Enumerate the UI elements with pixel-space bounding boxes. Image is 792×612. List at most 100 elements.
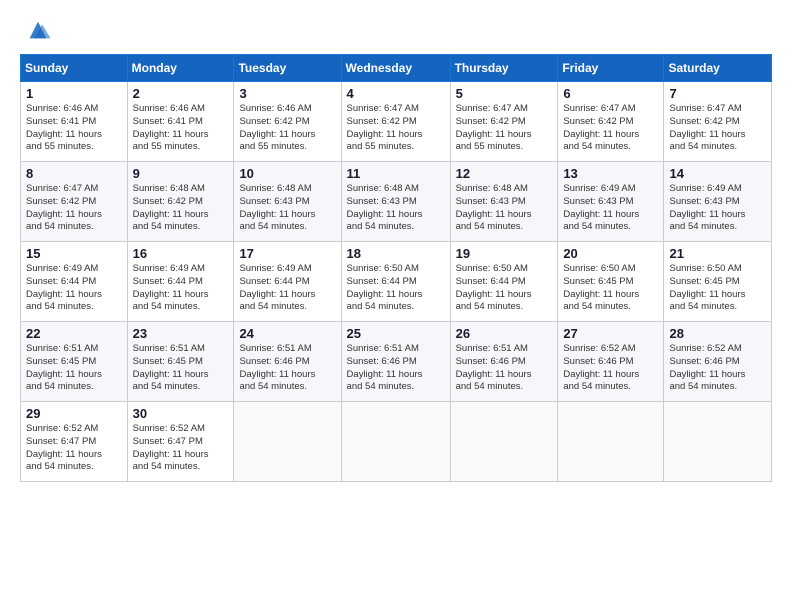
- day-info: Sunrise: 6:51 AMSunset: 6:45 PMDaylight:…: [26, 343, 122, 394]
- calendar-cell: 21 Sunrise: 6:50 AMSunset: 6:45 PMDayligh…: [664, 242, 772, 322]
- calendar-cell: 25 Sunrise: 6:51 AMSunset: 6:46 PMDayligh…: [341, 322, 450, 402]
- day-number: 4: [347, 86, 445, 101]
- day-info: Sunrise: 6:46 AMSunset: 6:41 PMDaylight:…: [133, 103, 229, 154]
- calendar-cell: 14Sunrise: 6:49 AMSunset: 6:43 PMDayligh…: [664, 162, 772, 242]
- calendar-cell: 26Sunrise: 6:51 AMSunset: 6:46 PMDayligh…: [450, 322, 558, 402]
- day-info: Sunrise: 6:50 AMSunset: 6:45 PMDaylight:…: [669, 263, 766, 314]
- day-number: 29: [26, 406, 122, 421]
- day-number: 5: [456, 86, 553, 101]
- day-info: Sunrise: 6:52 AMSunset: 6:46 PMDaylight:…: [669, 343, 766, 394]
- day-header-tuesday: Tuesday: [234, 55, 341, 82]
- day-info: Sunrise: 6:48 AMSunset: 6:43 PMDaylight:…: [347, 183, 445, 234]
- day-header-monday: Monday: [127, 55, 234, 82]
- day-number: 9: [133, 166, 229, 181]
- day-info: Sunrise: 6:48 AMSunset: 6:43 PMDaylight:…: [239, 183, 335, 234]
- calendar-cell: 10 Sunrise: 6:48 AMSunset: 6:43 PMDayligh…: [234, 162, 341, 242]
- day-info: Sunrise: 6:50 AMSunset: 6:45 PMDaylight:…: [563, 263, 658, 314]
- day-number: 3: [239, 86, 335, 101]
- calendar-cell: 17 Sunrise: 6:49 AMSunset: 6:44 PMDayligh…: [234, 242, 341, 322]
- day-info: Sunrise: 6:47 AMSunset: 6:42 PMDaylight:…: [563, 103, 658, 154]
- day-number: 6: [563, 86, 658, 101]
- calendar-cell: 18Sunrise: 6:50 AMSunset: 6:44 PMDayligh…: [341, 242, 450, 322]
- calendar-cell: 8 Sunrise: 6:47 AMSunset: 6:42 PMDaylight…: [21, 162, 128, 242]
- calendar-cell: 15 Sunrise: 6:49 AMSunset: 6:44 PMDayligh…: [21, 242, 128, 322]
- calendar-cell: 9Sunrise: 6:48 AMSunset: 6:42 PMDaylight…: [127, 162, 234, 242]
- day-info: Sunrise: 6:47 AMSunset: 6:42 PMDaylight:…: [347, 103, 445, 154]
- calendar-table: SundayMondayTuesdayWednesdayThursdayFrid…: [20, 54, 772, 482]
- day-info: Sunrise: 6:49 AMSunset: 6:44 PMDaylight:…: [133, 263, 229, 314]
- calendar-cell: 4 Sunrise: 6:47 AMSunset: 6:42 PMDaylight…: [341, 82, 450, 162]
- day-info: Sunrise: 6:47 AMSunset: 6:42 PMDaylight:…: [456, 103, 553, 154]
- day-number: 18: [347, 246, 445, 261]
- day-info: Sunrise: 6:50 AMSunset: 6:44 PMDaylight:…: [456, 263, 553, 314]
- calendar-cell: 13 Sunrise: 6:49 AMSunset: 6:43 PMDayligh…: [558, 162, 664, 242]
- calendar-cell: [341, 402, 450, 482]
- day-info: Sunrise: 6:49 AMSunset: 6:44 PMDaylight:…: [239, 263, 335, 314]
- calendar-cell: 24Sunrise: 6:51 AMSunset: 6:46 PMDayligh…: [234, 322, 341, 402]
- day-header-thursday: Thursday: [450, 55, 558, 82]
- calendar-cell: 23 Sunrise: 6:51 AMSunset: 6:45 PMDayligh…: [127, 322, 234, 402]
- logo-icon: [24, 16, 52, 44]
- day-info: Sunrise: 6:51 AMSunset: 6:45 PMDaylight:…: [133, 343, 229, 394]
- day-number: 12: [456, 166, 553, 181]
- calendar-cell: 3 Sunrise: 6:46 AMSunset: 6:42 PMDaylight…: [234, 82, 341, 162]
- day-number: 2: [133, 86, 229, 101]
- day-info: Sunrise: 6:52 AMSunset: 6:47 PMDaylight:…: [26, 423, 122, 474]
- calendar-cell: 5 Sunrise: 6:47 AMSunset: 6:42 PMDaylight…: [450, 82, 558, 162]
- calendar-cell: 1 Sunrise: 6:46 AMSunset: 6:41 PMDaylight…: [21, 82, 128, 162]
- calendar-cell: 29 Sunrise: 6:52 AMSunset: 6:47 PMDayligh…: [21, 402, 128, 482]
- day-info: Sunrise: 6:47 AMSunset: 6:42 PMDaylight:…: [26, 183, 122, 234]
- logo: [20, 16, 56, 44]
- calendar-cell: 16 Sunrise: 6:49 AMSunset: 6:44 PMDayligh…: [127, 242, 234, 322]
- calendar-week-row: 8 Sunrise: 6:47 AMSunset: 6:42 PMDaylight…: [21, 162, 772, 242]
- day-number: 11: [347, 166, 445, 181]
- calendar-week-row: 22 Sunrise: 6:51 AMSunset: 6:45 PMDayligh…: [21, 322, 772, 402]
- day-number: 23: [133, 326, 229, 341]
- day-number: 21: [669, 246, 766, 261]
- calendar-week-row: 15 Sunrise: 6:49 AMSunset: 6:44 PMDayligh…: [21, 242, 772, 322]
- calendar-cell: [664, 402, 772, 482]
- calendar-cell: 27 Sunrise: 6:52 AMSunset: 6:46 PMDayligh…: [558, 322, 664, 402]
- day-number: 20: [563, 246, 658, 261]
- day-info: Sunrise: 6:48 AMSunset: 6:43 PMDaylight:…: [456, 183, 553, 234]
- day-info: Sunrise: 6:46 AMSunset: 6:41 PMDaylight:…: [26, 103, 122, 154]
- day-number: 28: [669, 326, 766, 341]
- header: [20, 16, 772, 44]
- day-info: Sunrise: 6:47 AMSunset: 6:42 PMDaylight:…: [669, 103, 766, 154]
- calendar-cell: [558, 402, 664, 482]
- calendar-cell: 2 Sunrise: 6:46 AMSunset: 6:41 PMDaylight…: [127, 82, 234, 162]
- day-info: Sunrise: 6:52 AMSunset: 6:46 PMDaylight:…: [563, 343, 658, 394]
- day-info: Sunrise: 6:46 AMSunset: 6:42 PMDaylight:…: [239, 103, 335, 154]
- calendar-week-row: 1 Sunrise: 6:46 AMSunset: 6:41 PMDaylight…: [21, 82, 772, 162]
- day-number: 15: [26, 246, 122, 261]
- day-number: 26: [456, 326, 553, 341]
- day-number: 22: [26, 326, 122, 341]
- day-number: 1: [26, 86, 122, 101]
- page: SundayMondayTuesdayWednesdayThursdayFrid…: [0, 0, 792, 612]
- day-number: 8: [26, 166, 122, 181]
- day-number: 13: [563, 166, 658, 181]
- day-info: Sunrise: 6:49 AMSunset: 6:43 PMDaylight:…: [669, 183, 766, 234]
- day-number: 17: [239, 246, 335, 261]
- day-number: 16: [133, 246, 229, 261]
- day-number: 10: [239, 166, 335, 181]
- day-info: Sunrise: 6:51 AMSunset: 6:46 PMDaylight:…: [347, 343, 445, 394]
- day-number: 25: [347, 326, 445, 341]
- day-number: 7: [669, 86, 766, 101]
- calendar-header-row: SundayMondayTuesdayWednesdayThursdayFrid…: [21, 55, 772, 82]
- day-info: Sunrise: 6:51 AMSunset: 6:46 PMDaylight:…: [239, 343, 335, 394]
- calendar-cell: 19 Sunrise: 6:50 AMSunset: 6:44 PMDayligh…: [450, 242, 558, 322]
- calendar-week-row: 29 Sunrise: 6:52 AMSunset: 6:47 PMDayligh…: [21, 402, 772, 482]
- calendar-cell: [450, 402, 558, 482]
- day-info: Sunrise: 6:52 AMSunset: 6:47 PMDaylight:…: [133, 423, 229, 474]
- calendar-cell: 12 Sunrise: 6:48 AMSunset: 6:43 PMDayligh…: [450, 162, 558, 242]
- day-number: 19: [456, 246, 553, 261]
- calendar-cell: 6 Sunrise: 6:47 AMSunset: 6:42 PMDaylight…: [558, 82, 664, 162]
- day-info: Sunrise: 6:49 AMSunset: 6:43 PMDaylight:…: [563, 183, 658, 234]
- day-number: 27: [563, 326, 658, 341]
- calendar-cell: 30Sunrise: 6:52 AMSunset: 6:47 PMDayligh…: [127, 402, 234, 482]
- day-header-wednesday: Wednesday: [341, 55, 450, 82]
- calendar-cell: 11 Sunrise: 6:48 AMSunset: 6:43 PMDayligh…: [341, 162, 450, 242]
- day-info: Sunrise: 6:49 AMSunset: 6:44 PMDaylight:…: [26, 263, 122, 314]
- calendar-cell: 22 Sunrise: 6:51 AMSunset: 6:45 PMDayligh…: [21, 322, 128, 402]
